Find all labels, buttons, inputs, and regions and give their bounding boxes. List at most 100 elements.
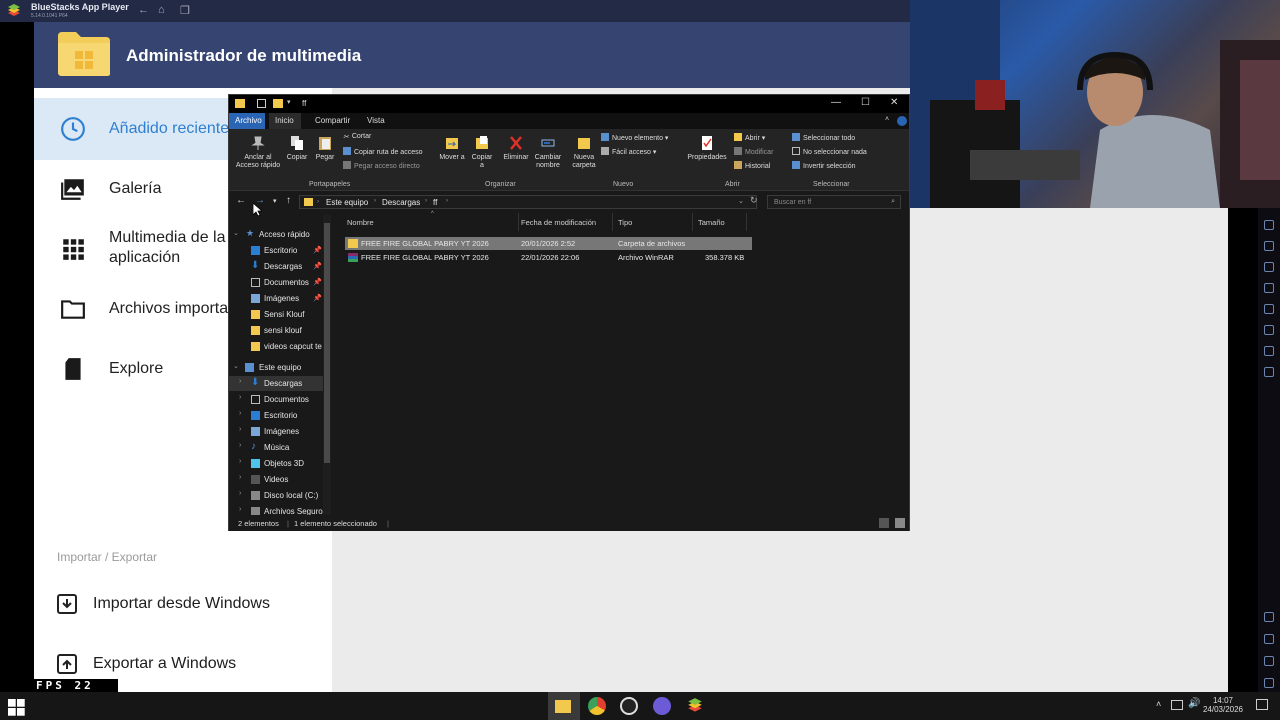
select-none-button[interactable]: No seleccionar nada — [792, 147, 867, 156]
back-icon[interactable]: ← — [138, 4, 149, 16]
file-row[interactable]: FREE FIRE GLOBAL PABRY YT 2026 22/01/202… — [345, 251, 752, 264]
properties-quick-icon[interactable] — [257, 99, 266, 108]
network-icon[interactable] — [1171, 700, 1183, 710]
edit-button[interactable]: Modificar — [734, 147, 773, 156]
volume-icon[interactable]: 🔊 — [1188, 699, 1200, 709]
refresh-icon[interactable]: ↻ — [750, 195, 758, 206]
help-icon[interactable] — [897, 116, 907, 126]
tree-item-descargas[interactable]: ⬇ Descargas 📌 — [229, 259, 329, 274]
address-bar[interactable]: › Este equipo › Descargas › ff › ⌄ — [299, 195, 757, 209]
folder-icon — [251, 310, 260, 319]
recents-icon-2[interactable] — [1264, 678, 1274, 688]
menu-inicio[interactable]: Inicio — [269, 113, 301, 129]
export-to-windows-button[interactable]: Exportar a Windows — [57, 654, 236, 674]
paste-button[interactable]: Pegar — [313, 135, 337, 162]
navigation-scrollbar[interactable] — [323, 215, 331, 515]
paste-shortcut-button[interactable]: Pegar acceso directo — [343, 161, 420, 170]
tree-item-escritorio[interactable]: Escritorio 📌 — [229, 243, 329, 258]
col-nombre[interactable]: Nombre — [347, 218, 374, 227]
crumb-descargas[interactable]: Descargas — [382, 198, 420, 207]
toolbar-icon-5[interactable] — [1264, 304, 1274, 314]
toolbar-icon-4[interactable] — [1264, 283, 1274, 293]
tree-item-pc-objetos-3d[interactable]: › Objetos 3D — [229, 456, 329, 471]
maximize-button[interactable]: ☐ — [861, 97, 870, 108]
crumb-este-equipo[interactable]: Este equipo — [326, 198, 368, 207]
col-tipo[interactable]: Tipo — [618, 218, 632, 227]
new-folder-quick-icon[interactable] — [273, 99, 283, 108]
up-button[interactable]: ↑ — [286, 195, 291, 206]
discord-icon[interactable] — [653, 697, 671, 715]
toolbar-icon-6[interactable] — [1264, 325, 1274, 335]
import-from-windows-button[interactable]: Importar desde Windows — [57, 594, 270, 614]
clock[interactable]: 14:07 24/03/2026 — [1202, 696, 1244, 714]
scrollbar-thumb[interactable] — [324, 223, 330, 463]
tree-item-pc-musica[interactable]: › ♪ Música — [229, 440, 329, 455]
recent-locations-icon[interactable]: ▾ — [273, 197, 277, 205]
col-fecha[interactable]: Fecha de modificación — [521, 218, 596, 227]
menu-compartir[interactable]: Compartir — [315, 116, 350, 125]
tree-item-imagenes[interactable]: Imágenes 📌 — [229, 291, 329, 306]
pin-quick-access-button[interactable]: Anclar al Acceso rápido — [233, 135, 283, 170]
invert-selection-button[interactable]: Invertir selección — [792, 161, 856, 170]
home-icon[interactable]: ⌂ — [158, 4, 165, 16]
tree-item-pc-disco-local[interactable]: › Disco local (C:) — [229, 488, 329, 503]
windows-start-icon[interactable] — [8, 699, 26, 717]
close-button[interactable]: ✕ — [890, 97, 898, 108]
large-icons-view-icon[interactable] — [895, 518, 905, 528]
tree-item-documentos[interactable]: Documentos 📌 — [229, 275, 329, 290]
copy-button[interactable]: Copiar — [285, 135, 309, 162]
collapse-ribbon-icon[interactable]: ˄ — [885, 116, 889, 123]
cut-button[interactable]: ✂ Cortar — [343, 133, 371, 141]
toolbar-icon-2[interactable] — [1264, 241, 1274, 251]
customize-qat-icon[interactable]: ▾ — [287, 98, 291, 106]
easy-access-button[interactable]: Fácil acceso ▾ — [601, 147, 656, 156]
rename-button[interactable]: Cambiar nombre — [533, 135, 563, 170]
back-button[interactable]: ← — [236, 195, 246, 206]
notifications-icon[interactable] — [1256, 699, 1268, 710]
home-icon-2[interactable] — [1264, 656, 1274, 666]
toolbar-icon-1[interactable] — [1264, 220, 1274, 230]
copy-path-button[interactable]: Copiar ruta de acceso — [343, 147, 422, 156]
copy-to-button[interactable]: Copiar a — [469, 135, 495, 170]
col-tamano[interactable]: Tamaño — [698, 218, 725, 227]
back-icon-2[interactable] — [1264, 634, 1274, 644]
tree-item-pc-documentos[interactable]: › Documentos — [229, 392, 329, 407]
menu-archivo[interactable]: Archivo — [229, 113, 265, 129]
file-row[interactable]: FREE FIRE GLOBAL PABRY YT 2026 20/01/202… — [345, 237, 752, 250]
new-folder-button[interactable]: Nueva carpeta — [569, 135, 599, 170]
recent-apps-icon[interactable]: ❐ — [180, 4, 190, 17]
new-item-button[interactable]: Nuevo elemento ▾ — [601, 133, 668, 142]
toolbar-icon-8[interactable] — [1264, 367, 1274, 377]
menu-vista[interactable]: Vista — [367, 116, 385, 125]
tray-overflow-icon[interactable]: ˄ — [1156, 700, 1161, 709]
toolbar-icon-7[interactable] — [1264, 346, 1274, 356]
tree-this-pc[interactable]: ⌄ Este equipo — [229, 360, 329, 375]
search-input[interactable]: Buscar en ff ⌕ — [767, 195, 901, 209]
history-button[interactable]: Historial — [734, 161, 770, 170]
tree-quick-access[interactable]: ⌄ ★ Acceso rápido — [229, 227, 329, 242]
tree-item-videos-capcut[interactable]: videos capcut te — [229, 339, 329, 354]
details-view-icon[interactable] — [879, 518, 889, 528]
obs-icon[interactable] — [620, 697, 638, 715]
minimize-button[interactable]: — — [831, 97, 841, 108]
address-dropdown-icon[interactable]: ⌄ — [738, 197, 744, 205]
bluestacks-taskbar-icon[interactable] — [686, 697, 704, 715]
chrome-icon[interactable] — [588, 697, 606, 715]
tree-item-pc-imagenes[interactable]: › Imágenes — [229, 424, 329, 439]
tree-item-sensi-klouf[interactable]: Sensi Klouf — [229, 307, 329, 322]
tree-item-pc-archivos-seguro[interactable]: › Archivos Seguro — [229, 504, 329, 515]
tree-item-pc-descargas[interactable]: › ⬇ Descargas — [229, 376, 329, 391]
desktop-icon — [251, 246, 260, 255]
move-to-button[interactable]: Mover a — [439, 135, 465, 162]
tree-item-pc-escritorio[interactable]: › Escritorio — [229, 408, 329, 423]
crumb-ff[interactable]: ff — [433, 198, 437, 207]
select-all-button[interactable]: Seleccionar todo — [792, 133, 855, 142]
tree-item-pc-videos[interactable]: › Videos — [229, 472, 329, 487]
open-button[interactable]: Abrir ▾ — [734, 133, 765, 142]
tree-item-sensi-klouf-2[interactable]: sensi klouf — [229, 323, 329, 338]
settings-icon[interactable] — [1264, 612, 1274, 622]
properties-button[interactable]: Propiedades — [685, 135, 729, 162]
toolbar-icon-3[interactable] — [1264, 262, 1274, 272]
file-explorer-icon[interactable] — [555, 700, 571, 713]
delete-button[interactable]: Eliminar — [501, 135, 531, 162]
